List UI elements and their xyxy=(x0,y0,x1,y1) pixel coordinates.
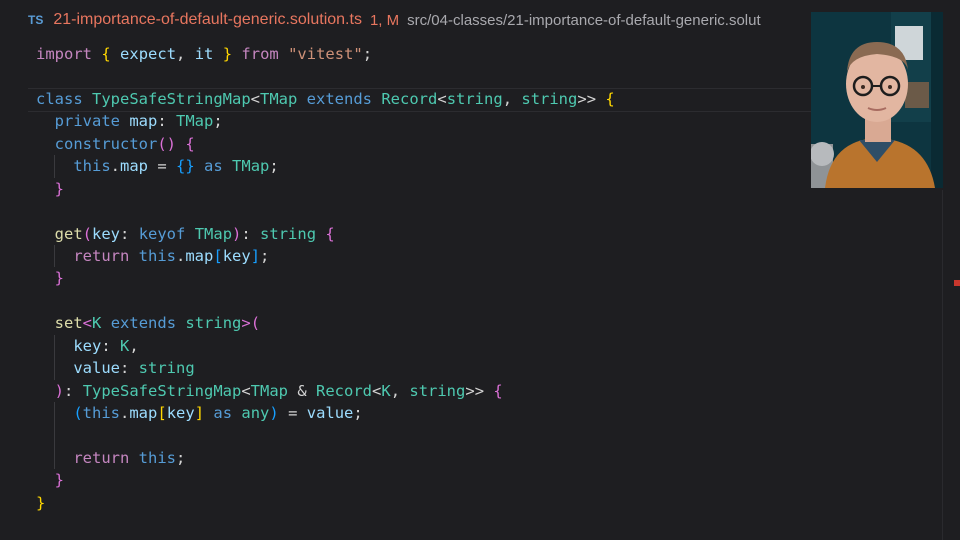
presenter-image xyxy=(811,12,943,188)
scrollbar-error-marker xyxy=(954,280,960,286)
presenter-webcam xyxy=(811,12,943,188)
tab-problem-status: 1, M xyxy=(369,11,400,29)
tab-file-path: src/04-classes/21-importance-of-default-… xyxy=(407,11,761,29)
code-line-9: get(key: keyof TMap): string { xyxy=(54,224,335,243)
code-line-14: key: K, xyxy=(36,334,916,358)
code-line-4: private map: TMap; xyxy=(54,112,223,131)
code-line-5: constructor() { xyxy=(54,134,195,153)
code-line-16: ): TypeSafeStringMap<TMap & Record<K, st… xyxy=(54,381,503,400)
code-line-10: return this.map[key]; xyxy=(36,244,916,268)
code-line-20: } xyxy=(54,471,65,490)
code-line-18 xyxy=(36,424,916,447)
code-editor[interactable]: import { expect, it } from "vitest"; cla… xyxy=(28,43,940,514)
typescript-file-icon: TS xyxy=(28,13,44,27)
code-line-21: } xyxy=(36,493,46,512)
code-line-15: value: string xyxy=(36,357,916,380)
code-line-17: (this.map[key] as any) = value; xyxy=(36,402,916,425)
tab-filename[interactable]: 21-importance-of-default-generic.solutio… xyxy=(53,11,362,29)
code-line-19: return this; xyxy=(36,446,916,470)
code-line-3: class TypeSafeStringMap<TMap extends Rec… xyxy=(28,87,940,113)
code-line-6: this.map = {} as TMap; xyxy=(36,155,916,178)
code-line-11: } xyxy=(54,269,65,288)
code-line-1: import { expect, it } from "vitest"; xyxy=(36,45,373,63)
code-line-7: } xyxy=(54,179,65,198)
editor-scrollbar-track[interactable] xyxy=(942,190,943,540)
code-line-13: set<K extends string>( xyxy=(54,314,261,333)
